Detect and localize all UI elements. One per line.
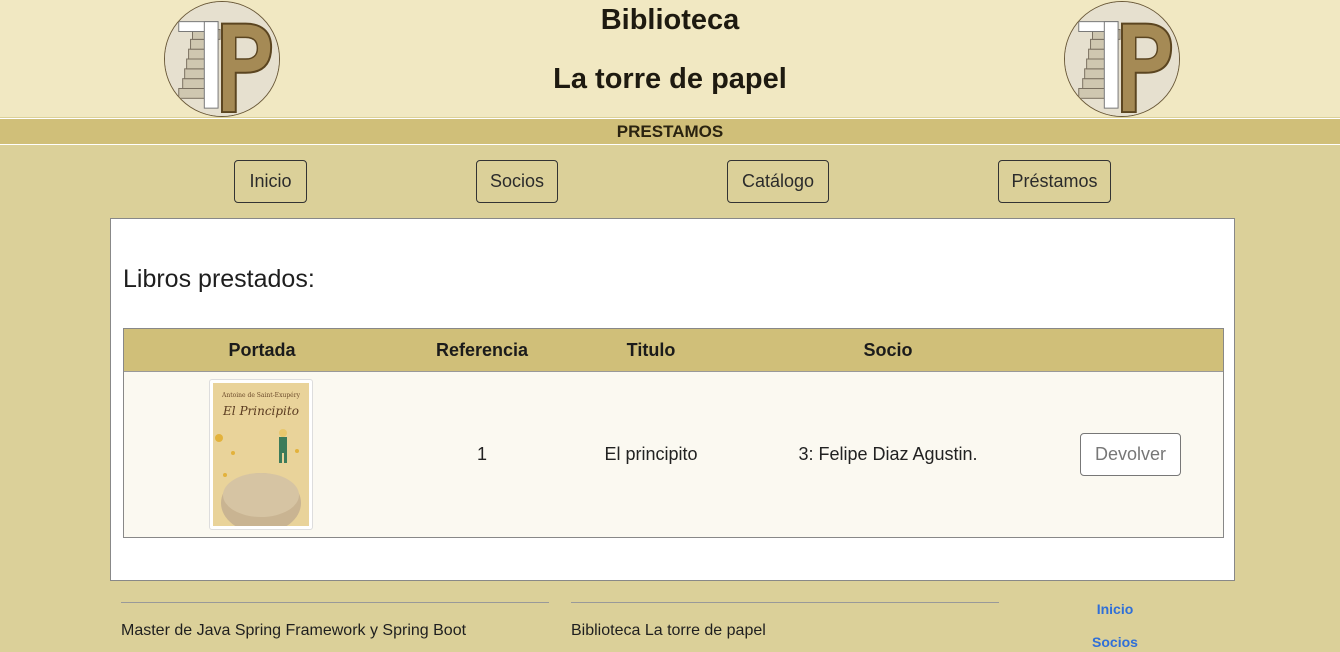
nav-catalogo-button[interactable]: Catálogo: [727, 160, 829, 203]
footer-divider: [571, 602, 999, 603]
cover-title-text: El Principito: [222, 404, 299, 418]
devolver-button[interactable]: Devolver: [1080, 433, 1181, 476]
nav-inicio-button[interactable]: Inicio: [234, 160, 307, 203]
section-title: PRESTAMOS: [0, 118, 1340, 145]
cover-author-text: Antoine de Saint-Exupéry: [221, 392, 301, 399]
cell-socio: 3: Felipe Diaz Agustin.: [798, 444, 978, 464]
footer-library-text: Biblioteca La torre de papel: [571, 622, 766, 639]
header-portada: Portada: [228, 340, 296, 360]
header-titulo: Titulo: [626, 340, 676, 360]
nav-socios-button[interactable]: Socios: [476, 160, 558, 203]
footer-course-text: Master de Java Spring Framework y Spring…: [121, 622, 467, 639]
header-referencia: Referencia: [435, 340, 529, 360]
cell-titulo: El principito: [604, 444, 698, 464]
footer-link-inicio[interactable]: Inicio: [1060, 601, 1170, 617]
loans-table: Portada Referencia Titulo Socio Antoine …: [123, 328, 1224, 538]
header-socio: Socio: [863, 340, 913, 360]
loans-panel: Libros prestados: Portada Referencia Tit…: [110, 218, 1235, 581]
table-row: Antoine de Saint-Exupéry El Principito 1…: [124, 372, 1223, 537]
site-header: Biblioteca La torre de papel: [0, 0, 1340, 117]
page-title: Libros prestados:: [123, 265, 315, 293]
logo-icon: [1064, 1, 1180, 117]
table-header: Portada Referencia Titulo Socio: [124, 329, 1223, 372]
book-cover-image: Antoine de Saint-Exupéry El Principito: [209, 379, 313, 530]
nav-prestamos-button[interactable]: Préstamos: [998, 160, 1111, 203]
cell-referencia: 1: [476, 444, 487, 464]
footer-divider: [121, 602, 549, 603]
footer-link-socios[interactable]: Socios: [1060, 634, 1170, 650]
